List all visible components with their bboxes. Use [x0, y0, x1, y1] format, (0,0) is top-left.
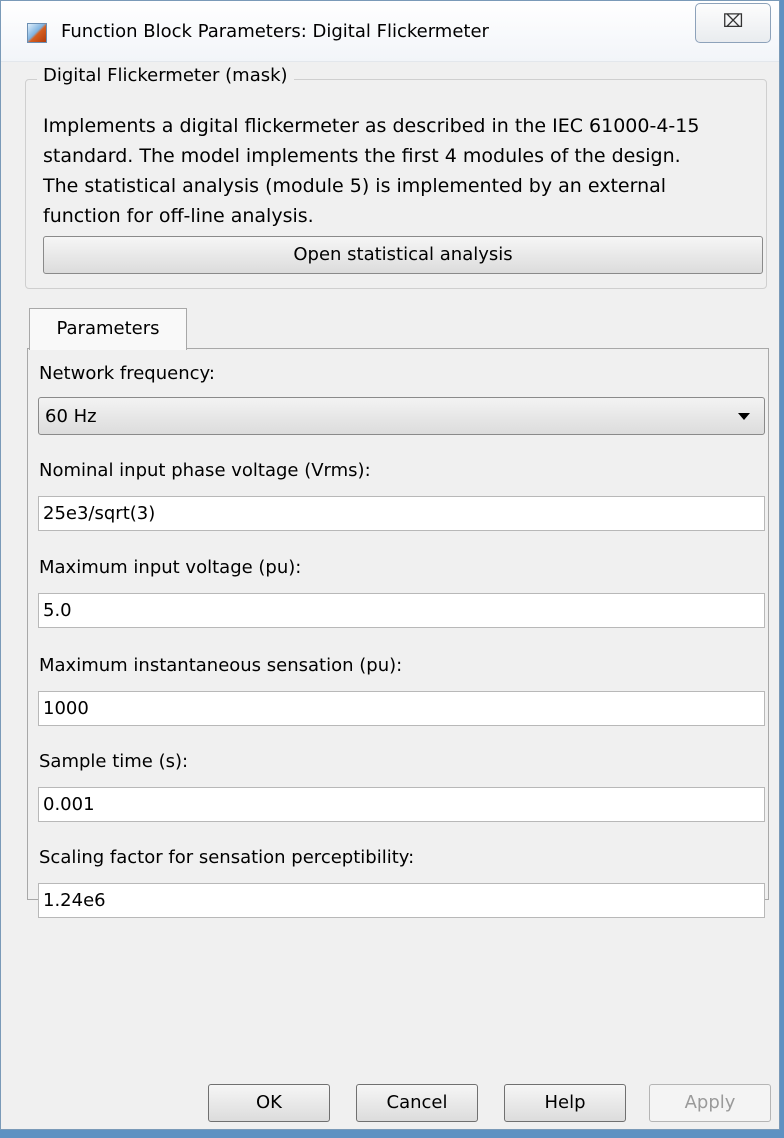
cancel-button[interactable]: Cancel	[356, 1084, 478, 1122]
max-input-voltage-label: Maximum input voltage (pu):	[39, 557, 302, 578]
simulink-block-icon	[27, 23, 47, 43]
network-frequency-label: Network frequency:	[39, 363, 215, 384]
sample-time-label: Sample time (s):	[39, 751, 189, 772]
description-line: function for off-line analysis.	[43, 205, 314, 227]
tab-parameters[interactable]: Parameters	[29, 308, 187, 350]
close-icon: ⌧	[722, 11, 744, 32]
description-line: The statistical analysis (module 5) is i…	[43, 175, 667, 197]
chevron-down-icon	[738, 413, 750, 420]
network-frequency-value: 60 Hz	[45, 406, 97, 427]
max-sensation-label: Maximum instantaneous sensation (pu):	[39, 655, 403, 676]
close-button[interactable]: ⌧	[695, 3, 771, 43]
ok-button[interactable]: OK	[208, 1084, 330, 1122]
help-button[interactable]: Help	[504, 1084, 626, 1122]
nominal-voltage-label: Nominal input phase voltage (Vrms):	[39, 460, 371, 481]
apply-button[interactable]: Apply	[649, 1084, 771, 1122]
network-frequency-select[interactable]: 60 Hz	[38, 397, 765, 435]
dialog-window: Function Block Parameters: Digital Flick…	[0, 0, 780, 1130]
title-bar[interactable]: Function Block Parameters: Digital Flick…	[1, 1, 779, 62]
max-sensation-input[interactable]	[38, 691, 765, 726]
max-input-voltage-input[interactable]	[38, 593, 765, 628]
sample-time-input[interactable]	[38, 787, 765, 822]
scaling-factor-label: Scaling factor for sensation perceptibil…	[39, 847, 415, 868]
window-title: Function Block Parameters: Digital Flick…	[61, 21, 489, 42]
scaling-factor-input[interactable]	[38, 883, 765, 918]
open-statistical-analysis-button[interactable]: Open statistical analysis	[43, 236, 763, 274]
nominal-voltage-input[interactable]	[38, 496, 765, 531]
mask-group-title: Digital Flickermeter (mask)	[37, 65, 294, 86]
mask-description: Implements a digital flickermeter as des…	[43, 111, 765, 231]
description-line: Implements a digital flickermeter as des…	[43, 115, 700, 137]
description-line: standard. The model implements the first…	[43, 145, 681, 167]
